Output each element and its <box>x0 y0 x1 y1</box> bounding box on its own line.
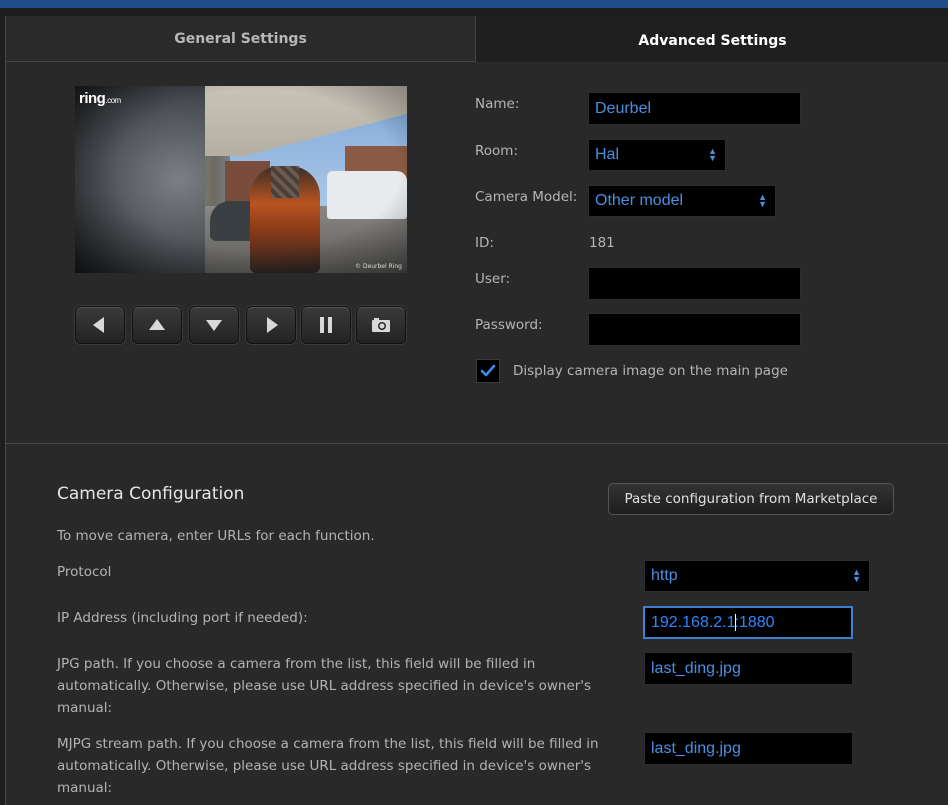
select-arrows-icon: ▲ ▼ <box>852 567 861 584</box>
window-top-bar <box>0 0 948 16</box>
tilt-up-button[interactable] <box>132 306 182 344</box>
configuration-instruction: To move camera, enter URLs for each func… <box>57 528 375 544</box>
select-arrows-icon: ▲ ▼ <box>708 146 717 163</box>
preview-timestamp: © Deurbel Ring <box>354 263 402 270</box>
snapshot-button[interactable] <box>356 306 406 344</box>
tab-advanced-settings[interactable]: Advanced Settings <box>475 16 948 62</box>
camera-configuration-title: Camera Configuration <box>57 484 245 504</box>
jpg-path-input[interactable]: last_ding.jpg <box>644 652 853 685</box>
mjpg-path-input[interactable]: last_ding.jpg <box>644 732 853 765</box>
password-label: Password: <box>475 317 543 333</box>
camera-icon <box>372 318 390 332</box>
pause-button[interactable] <box>301 306 351 344</box>
room-label: Room: <box>475 143 518 159</box>
pan-right-button[interactable] <box>246 306 296 344</box>
user-input[interactable] <box>588 267 801 300</box>
camera-preview-image: ring.com © Deurbel Ring <box>75 86 407 273</box>
up-arrow-icon <box>149 319 165 330</box>
jpg-path-label: JPG path. If you choose a camera from th… <box>57 656 592 716</box>
id-label: ID: <box>475 235 494 251</box>
camera-model-select[interactable]: Other model ▲ ▼ <box>588 185 776 217</box>
ip-address-input[interactable]: 192.168.2.1:1880 <box>643 606 853 639</box>
camera-model-label: Camera Model: <box>475 189 578 205</box>
down-arrow-icon <box>206 320 222 331</box>
ring-logo: ring.com <box>79 90 121 107</box>
id-value: 181 <box>589 235 615 251</box>
tab-general-settings[interactable]: General Settings <box>6 16 475 62</box>
select-arrows-icon: ▲ ▼ <box>758 192 767 209</box>
tab-general-label: General Settings <box>174 30 307 47</box>
room-select[interactable]: Hal ▲ ▼ <box>588 139 726 171</box>
user-label: User: <box>475 271 511 287</box>
name-input[interactable]: Deurbel <box>588 92 801 125</box>
right-arrow-icon <box>267 317 278 333</box>
mjpg-path-label: MJPG stream path. If you choose a camera… <box>57 736 599 796</box>
password-input[interactable] <box>588 313 801 346</box>
ip-address-label: IP Address (including port if needed): <box>57 610 308 626</box>
settings-panel: General Settings Advanced Settings ring.… <box>5 16 948 805</box>
tab-advanced-label: Advanced Settings <box>638 33 787 49</box>
pause-icon <box>320 317 332 333</box>
display-on-main-checkbox[interactable] <box>476 359 500 383</box>
protocol-label: Protocol <box>57 564 112 580</box>
section-divider <box>6 443 948 444</box>
pan-left-button[interactable] <box>75 306 125 344</box>
tilt-down-button[interactable] <box>189 306 239 344</box>
paste-configuration-button[interactable]: Paste configuration from Marketplace <box>608 483 894 515</box>
display-on-main-label: Display camera image on the main page <box>513 363 788 379</box>
checkmark-icon <box>480 364 496 377</box>
left-arrow-icon <box>93 317 104 333</box>
protocol-select[interactable]: http ▲ ▼ <box>644 560 870 592</box>
name-label: Name: <box>475 96 520 112</box>
